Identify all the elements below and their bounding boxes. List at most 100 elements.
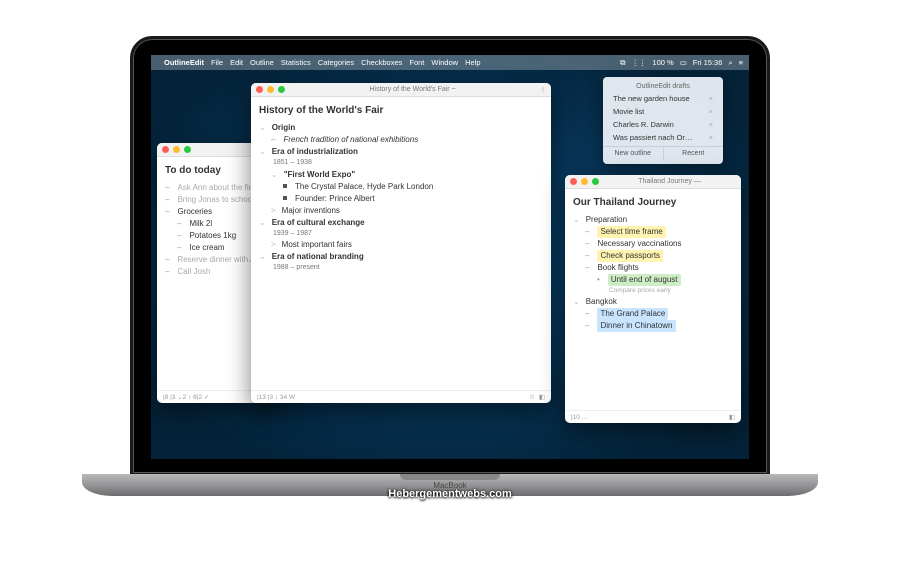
window-title: History of the World's Fair ~ <box>289 86 536 93</box>
outline-item[interactable]: Founder: Prince Albert <box>283 193 543 205</box>
outline-item[interactable]: ⌄Era of cultural exchange <box>259 217 543 229</box>
dash-icon: – <box>177 218 181 230</box>
share-icon[interactable]: ⇪ <box>540 86 546 94</box>
battery-percent: 100 % <box>652 58 673 67</box>
dash-icon: – <box>165 194 169 206</box>
search-icon[interactable]: ⌕ <box>728 58 732 68</box>
menubar-extra-icon[interactable]: ⧉ <box>620 58 625 68</box>
menu-window[interactable]: Window <box>431 58 458 67</box>
new-outline-button[interactable]: New outline <box>603 147 664 160</box>
close-icon[interactable] <box>570 178 577 185</box>
notification-center-icon[interactable]: ≡ <box>739 58 743 67</box>
titlebar[interactable]: Thailand Journey — <box>565 175 741 189</box>
item-text: Call Josh <box>177 266 210 278</box>
disclosure-icon[interactable]: ⌄ <box>259 217 266 229</box>
dash-icon: – <box>585 226 589 238</box>
item-text: The Grand Palace <box>597 308 668 320</box>
outline-subtext: 1851 – 1938 <box>273 158 543 169</box>
dash-icon: – <box>165 266 169 278</box>
disclosure-icon[interactable]: ⌄ <box>259 251 266 263</box>
bullet-icon: • <box>597 274 600 286</box>
item-text: Potatoes 1kg <box>189 230 236 242</box>
recent-button[interactable]: Recent <box>664 147 724 160</box>
outline-item[interactable]: –Necessary vaccinations <box>585 238 733 250</box>
menu-outline[interactable]: Outline <box>250 58 274 67</box>
outline-item[interactable]: ⌄Bangkok <box>573 296 733 308</box>
status-text: |13 |3 ↕ 34 W <box>257 394 295 401</box>
draft-item[interactable]: Movie list× <box>603 105 723 118</box>
minimize-icon[interactable] <box>173 146 180 153</box>
item-text: French tradition of national exhibitions <box>283 134 418 146</box>
outline-item[interactable]: –The Grand Palace <box>585 308 733 320</box>
draft-item[interactable]: Charles R. Darwin× <box>603 118 723 131</box>
disclosure-icon[interactable]: ⌄ <box>271 169 278 181</box>
disclosure-icon[interactable]: ⌄ <box>259 122 266 134</box>
outline-item[interactable]: •Until end of august <box>597 274 733 286</box>
outline-item[interactable]: >Most important fairs <box>271 239 543 251</box>
item-text: Ask Ann about the fina <box>177 182 257 194</box>
outline-item[interactable]: ⌄ Origin <box>259 122 543 134</box>
laptop-frame: OutlineEdit File Edit Outline Statistics… <box>130 36 770 476</box>
zoom-icon[interactable] <box>278 86 285 93</box>
item-text: Origin <box>272 122 296 134</box>
outline-item[interactable]: –Check passports <box>585 250 733 262</box>
disclosure-icon[interactable]: ⌄ <box>573 296 580 308</box>
resize-icon[interactable]: ◧ <box>539 393 545 401</box>
outline-item[interactable]: >Major inventions <box>271 205 543 217</box>
menu-font[interactable]: Font <box>409 58 424 67</box>
draft-item[interactable]: The new garden house× <box>603 92 723 105</box>
doc-title[interactable]: Our Thailand Journey <box>573 195 733 210</box>
doc-title[interactable]: History of the World's Fair <box>259 103 543 118</box>
menu-statistics[interactable]: Statistics <box>281 58 311 67</box>
battery-icon[interactable]: ▭ <box>680 58 687 67</box>
outline-list[interactable]: ⌄ Origin–French tradition of national exh… <box>259 122 543 274</box>
app-name[interactable]: OutlineEdit <box>164 58 204 67</box>
outline-item[interactable]: –Select time frame <box>585 226 733 238</box>
drafts-popover: OutlineEdit drafts The new garden house×… <box>603 77 723 164</box>
disclosure-icon[interactable]: ⌄ <box>259 146 266 158</box>
resize-icon[interactable]: ◧ <box>729 413 735 421</box>
dash-icon: – <box>585 320 589 332</box>
outline-item[interactable]: ⌄"First World Expo" <box>271 169 543 181</box>
bullet-icon <box>283 184 287 188</box>
window-history[interactable]: History of the World's Fair ~ ⇪ History … <box>251 83 551 403</box>
window-thailand[interactable]: Thailand Journey — Our Thailand Journey … <box>565 175 741 423</box>
macos-menubar[interactable]: OutlineEdit File Edit Outline Statistics… <box>151 55 749 70</box>
dash-icon: – <box>165 182 169 194</box>
outline-item[interactable]: ⌄ Era of industrialization <box>259 146 543 158</box>
clock[interactable]: Fri 15:36 <box>693 58 723 67</box>
menu-help[interactable]: Help <box>465 58 480 67</box>
zoom-icon[interactable] <box>184 146 191 153</box>
item-text: Era of industrialization <box>272 146 358 158</box>
dash-icon: – <box>585 250 589 262</box>
outline-item[interactable]: ⌄Preparation <box>573 214 733 226</box>
disclosure-icon[interactable]: ⌄ <box>573 214 580 226</box>
close-icon[interactable] <box>162 146 169 153</box>
outline-list[interactable]: ⌄Preparation–Select time frame–Necessary… <box>573 214 733 332</box>
gear-icon[interactable]: ⚙ <box>529 393 535 401</box>
zoom-icon[interactable] <box>592 178 599 185</box>
menu-edit[interactable]: Edit <box>230 58 243 67</box>
dash-icon: – <box>177 230 181 242</box>
draft-item[interactable]: Was passiert nach Or…× <box>603 131 723 144</box>
titlebar[interactable]: History of the World's Fair ~ ⇪ <box>251 83 551 97</box>
outline-item[interactable]: The Crystal Palace, Hyde Park London <box>283 181 543 193</box>
outline-item[interactable]: ⌄Era of national branding <box>259 251 543 263</box>
outline-subtext: 1988 – present <box>273 263 543 274</box>
menu-file[interactable]: File <box>211 58 223 67</box>
window-title: Thailand Journey — <box>603 178 736 185</box>
close-icon[interactable] <box>256 86 263 93</box>
item-text: Book flights <box>597 262 638 274</box>
disclosure-icon[interactable]: > <box>271 239 276 251</box>
menu-checkboxes[interactable]: Checkboxes <box>361 58 402 67</box>
outline-item[interactable]: –French tradition of national exhibition… <box>271 134 543 146</box>
item-text: Founder: Prince Albert <box>295 193 375 205</box>
menu-categories[interactable]: Categories <box>318 58 354 67</box>
minimize-icon[interactable] <box>581 178 588 185</box>
minimize-icon[interactable] <box>267 86 274 93</box>
disclosure-icon[interactable]: > <box>271 205 276 217</box>
outline-item[interactable]: –Dinner in Chinatown <box>585 320 733 332</box>
status-text: |8 |3 ⌄2 ↕ 6|2 ✓ <box>163 393 209 401</box>
outline-item[interactable]: –Book flights <box>585 262 733 274</box>
wifi-icon[interactable]: ⋮⋮ <box>631 58 646 67</box>
